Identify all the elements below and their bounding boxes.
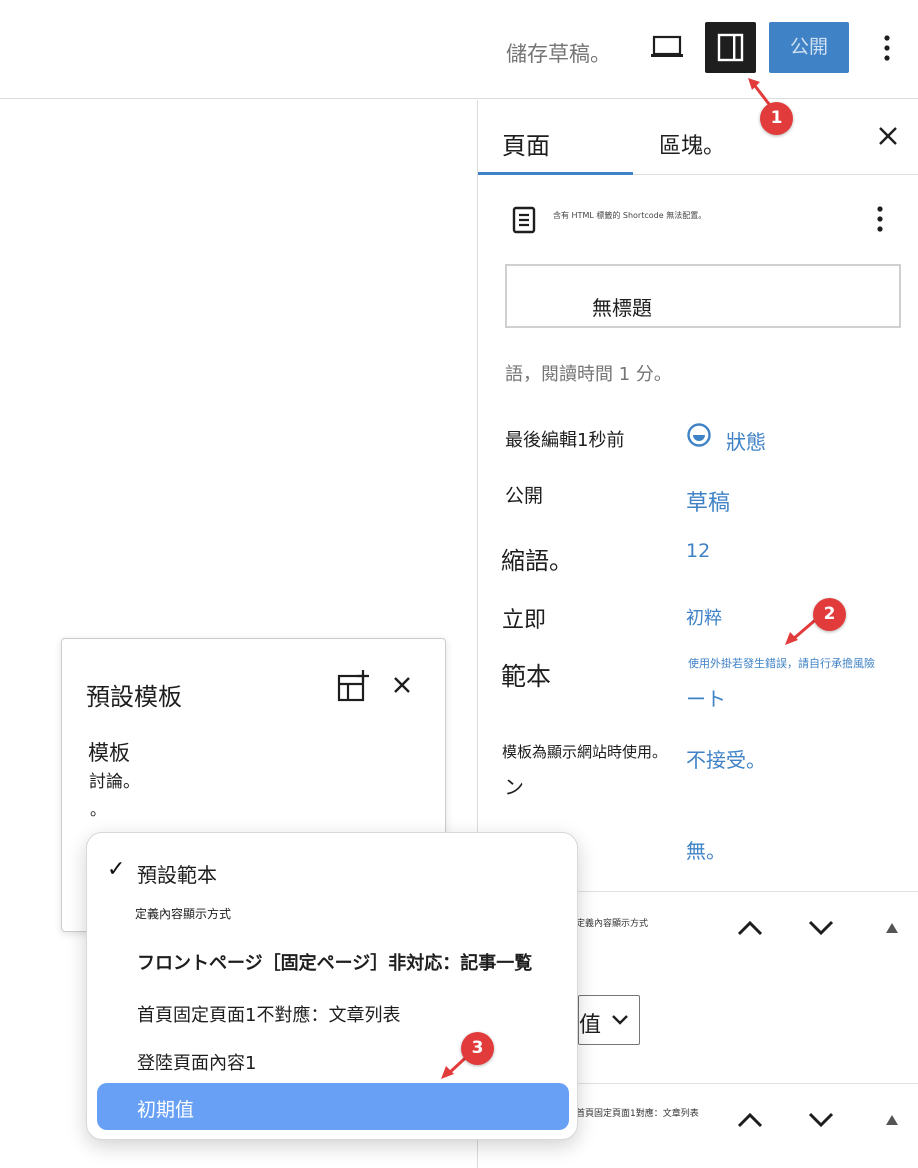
template-label: 模板 — [88, 741, 130, 765]
sidebar-tabs: 頁面 區塊。 — [478, 100, 918, 175]
close-sidebar-button[interactable] — [876, 124, 900, 148]
discussion-value[interactable]: 不接受。 — [686, 744, 766, 773]
template-value[interactable]: ート — [686, 683, 726, 712]
chevron-up-icon[interactable] — [736, 918, 764, 938]
shortcode-note: 含有 HTML 標籤的 Shortcode 無法配置。 — [553, 211, 707, 220]
template-usage-suffix: ン — [504, 775, 524, 799]
publish-button[interactable]: 公開 — [769, 22, 849, 73]
status-value[interactable]: 狀態 — [726, 426, 766, 455]
template-description-end: 。 — [90, 800, 107, 819]
dropdown-option-default[interactable]: 預設範本 — [137, 859, 217, 888]
chevron-down-icon — [612, 1015, 628, 1025]
annotation-marker-3: 3 — [461, 1032, 494, 1065]
dropdown-option-custom[interactable]: 定義內容顯示方式 — [135, 905, 231, 922]
dropdown-option-landing[interactable]: 登陸頁面內容1 — [137, 1049, 256, 1075]
template-dropdown: ✓ 預設範本 定義內容顯示方式 フロントページ［固定ページ］非対応：記事一覧 首… — [86, 832, 578, 1140]
tab-block[interactable]: 區塊。 — [659, 128, 725, 160]
template-usage-label: 模板為顯示網站時使用。 — [502, 743, 668, 761]
visibility-value[interactable]: 草稿 — [686, 485, 730, 517]
select-value: 值 — [579, 1013, 602, 1038]
template-description: 討論。 — [89, 772, 140, 792]
last-edited-label: 最後編輯1秒前 — [505, 430, 625, 451]
slug-value[interactable]: 12 — [686, 540, 710, 562]
settings-sidebar-toggle[interactable] — [705, 22, 756, 73]
sidebar-toggle-icon — [717, 33, 744, 62]
publish-value[interactable]: 初粹 — [686, 604, 722, 630]
template-warning: 使用外掛若發生錯誤，請自行承擔風險 — [688, 657, 875, 670]
publish-label: 立即 — [502, 608, 547, 633]
page-title-placeholder: 無標題 — [592, 296, 652, 320]
reading-time: 語，閱讀時間 1 分。 — [505, 364, 672, 385]
status-icon — [687, 423, 711, 447]
block2-label: 首頁固定頁面1對應：文章列表 — [576, 1109, 699, 1119]
chevron-up-icon[interactable] — [736, 1110, 764, 1130]
template-label: 範本 — [501, 662, 552, 691]
save-draft-button[interactable]: 儲存草稿。 — [506, 38, 611, 68]
chevron-down-icon[interactable] — [807, 1110, 835, 1130]
parent-value[interactable]: 無。 — [686, 835, 726, 864]
template-select[interactable]: 值 — [578, 995, 640, 1045]
page-title-field[interactable]: 無標題 — [505, 264, 901, 328]
close-icon[interactable] — [392, 675, 412, 695]
collapse-triangle-icon[interactable] — [885, 1114, 899, 1126]
slug-label: 縮語。 — [501, 547, 573, 575]
laptop-icon — [651, 35, 683, 57]
dropdown-option-homepage[interactable]: 首頁固定頁面1不對應：文章列表 — [137, 1001, 400, 1027]
page-document-icon — [512, 206, 536, 234]
tab-page-label: 頁面 — [502, 132, 550, 160]
vertical-ellipsis-icon — [884, 35, 890, 61]
block1-label: 定義內容顯示方式 — [576, 919, 649, 929]
collapse-triangle-icon[interactable] — [885, 922, 899, 934]
dropdown-option-initial[interactable]: 初期值 — [137, 1095, 194, 1122]
close-icon — [879, 127, 897, 145]
editor-header: 儲存草稿。 公開 — [0, 0, 918, 99]
chevron-down-icon[interactable] — [807, 918, 835, 938]
preview-button[interactable] — [650, 34, 684, 62]
checkmark-icon: ✓ — [107, 857, 126, 882]
tab-page[interactable]: 頁面 — [478, 100, 633, 175]
annotation-marker-2: 2 — [813, 598, 846, 631]
vertical-ellipsis-icon[interactable] — [874, 204, 886, 234]
add-template-icon[interactable] — [336, 669, 370, 703]
options-button[interactable] — [872, 30, 902, 66]
dropdown-option-frontpage[interactable]: フロントページ［固定ページ］非対応：記事一覧 — [137, 949, 532, 975]
visibility-label: 公開 — [505, 485, 544, 507]
annotation-marker-1: 1 — [760, 102, 793, 135]
popover-title: 預設模板 — [86, 683, 182, 711]
